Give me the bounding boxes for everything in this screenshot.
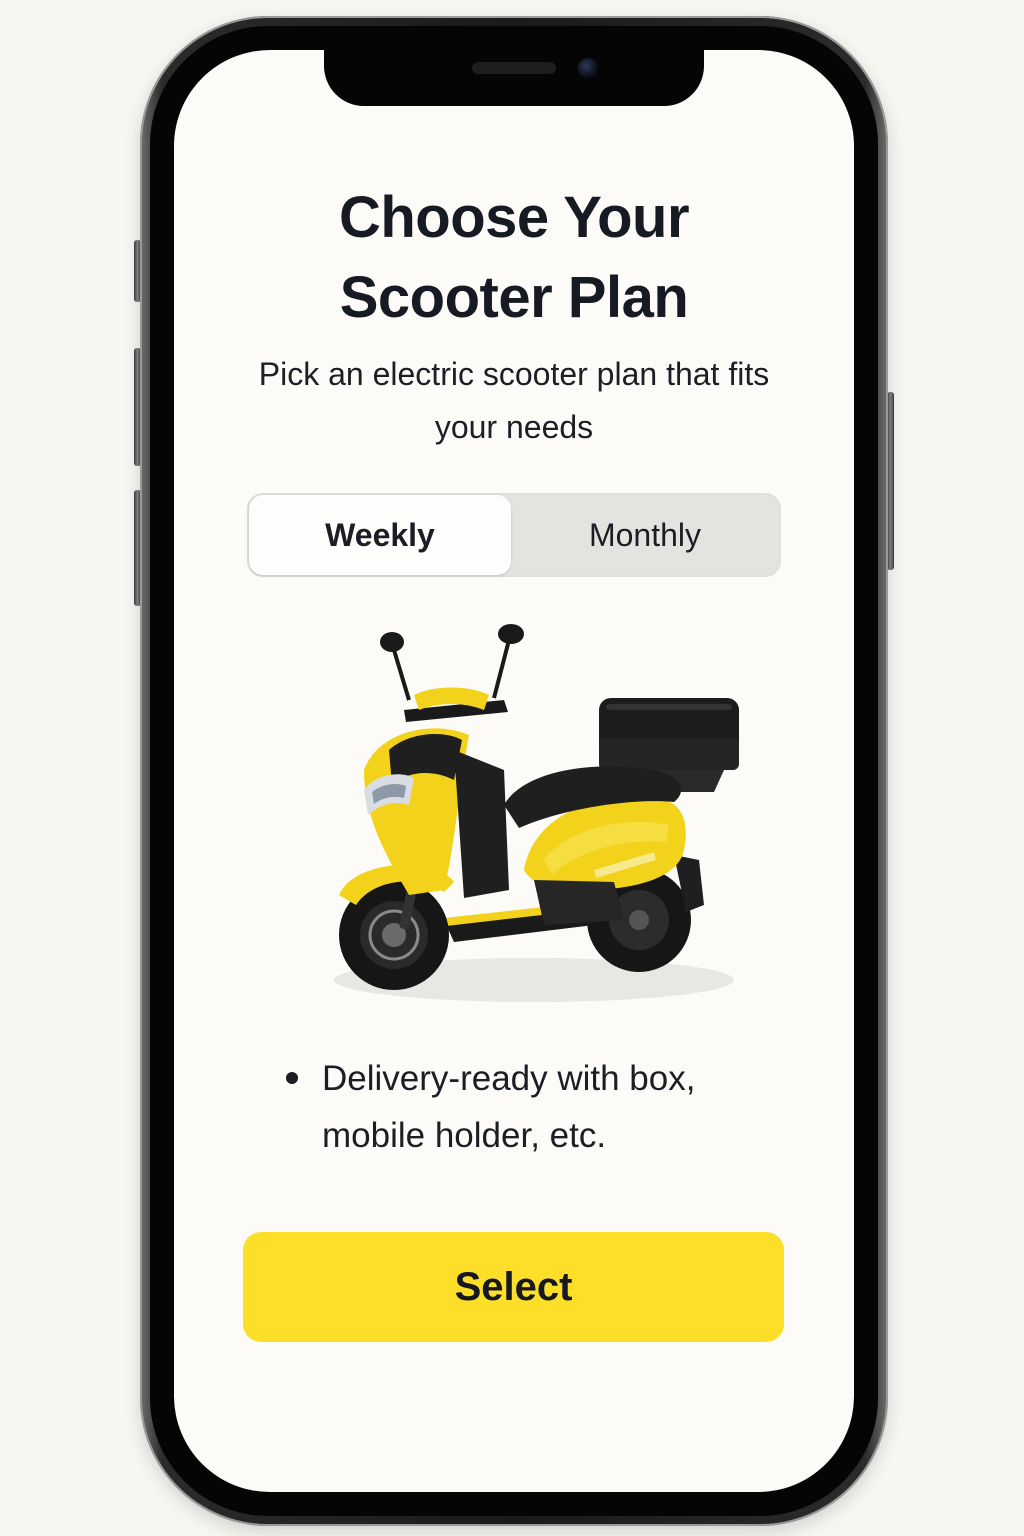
notch [324,50,704,106]
page-title-line-1: Choose Your [338,185,690,250]
page-title: Choose Your Scooter Plan [174,178,854,338]
select-button[interactable]: Select [243,1232,784,1342]
page-subtitle: Pick an electric scooter plan that fits … [258,356,770,445]
scooter-image [294,620,754,1020]
monthly-tab[interactable]: Monthly [511,495,779,575]
plan-period-toggle: Weekly Monthly [247,493,781,577]
phone-screen: Choose Your Scooter Plan Pick an electri… [174,50,854,1492]
weekly-tab[interactable]: Weekly [249,495,511,575]
speaker-grille [472,62,556,74]
scooter-illustration [334,624,739,1002]
feature-text: Delivery-ready with box, mobile holder, … [322,1059,696,1155]
power-button [887,392,894,570]
bullet-icon [286,1072,298,1084]
page-title-line-2: Scooter Plan [339,265,689,330]
front-camera-icon [578,58,598,78]
canvas: Choose Your Scooter Plan Pick an electri… [0,0,1024,1536]
